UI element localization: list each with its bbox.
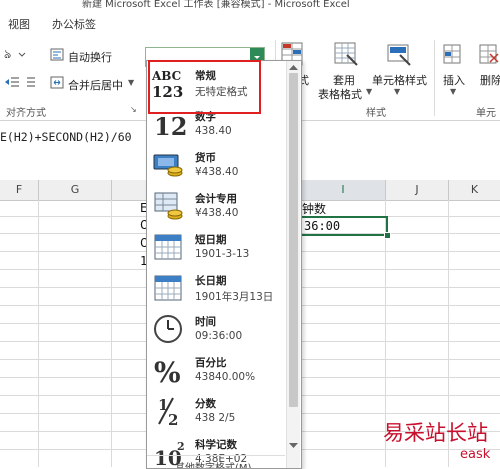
tab-office-label[interactable]: 办公标签: [52, 16, 96, 32]
format-name: 货币: [195, 152, 216, 164]
group-alignment: 对齐方式: [6, 108, 46, 119]
divider: [147, 455, 285, 456]
more-number-formats-link[interactable]: 其他数字格式(M)...: [175, 459, 261, 468]
clock-icon: [154, 315, 182, 343]
selected-cell-i2[interactable]: 36:00: [300, 216, 391, 239]
merge-center-button[interactable]: 合并后居中: [68, 77, 123, 93]
dialog-launcher-icon[interactable]: ↘: [130, 105, 137, 114]
format-name: 科学记数: [195, 439, 237, 451]
merge-center-icon: [50, 76, 64, 89]
format-name: 百分比: [195, 357, 227, 369]
svg-text:2: 2: [168, 411, 178, 427]
watermark-text: 易采站长站: [383, 421, 488, 445]
column-header-g[interactable]: G: [39, 180, 112, 200]
fraction-icon: 1 2: [158, 396, 178, 427]
format-item-fraction[interactable]: 1 2 分数 438 2/5: [147, 391, 285, 432]
table-format-icon[interactable]: [333, 41, 359, 69]
format-example: ¥438.40: [195, 207, 239, 219]
delete-button[interactable]: 删除: [480, 72, 500, 88]
chevron-down-icon[interactable]: ▼: [366, 87, 372, 96]
format-item-long-date[interactable]: 长日期 1901年3月13日: [147, 268, 285, 309]
calendar-short-icon: [154, 234, 182, 260]
watermark: 易采站长站 eask: [375, 415, 500, 467]
cell-styles-icon[interactable]: [386, 41, 412, 69]
insert-button[interactable]: 插入: [443, 72, 465, 88]
indent-icons[interactable]: [4, 76, 40, 88]
percent-icon: %: [154, 356, 181, 386]
column-header-j[interactable]: J: [386, 180, 449, 200]
format-example: ¥438.40: [195, 166, 239, 178]
format-item-percent[interactable]: % 百分比 43840.00%: [147, 350, 285, 391]
svg-text:12: 12: [154, 112, 187, 140]
insert-cells-icon[interactable]: [442, 42, 464, 68]
format-name: 会计专用: [195, 193, 237, 205]
group-cells: 单元: [476, 108, 496, 119]
cell-i2-value: 36:00: [304, 219, 341, 233]
format-name: 长日期: [195, 275, 227, 287]
svg-text:%: %: [154, 356, 181, 386]
svg-text:ঌ: ঌ: [4, 47, 11, 61]
number-format-dropdown: ABC 123 常规 无特定格式 12 数字 438.40 货币 ¥438.40…: [146, 60, 302, 469]
chevron-down-icon[interactable]: ▼: [128, 78, 134, 87]
fill-handle[interactable]: [384, 232, 391, 239]
format-name: 时间: [195, 316, 216, 328]
title-bar: 新建 Microsoft Excel 工作表 [兼容模式] - Microsof…: [0, 0, 500, 10]
format-item-currency[interactable]: 货币 ¥438.40: [147, 145, 285, 186]
formula-text[interactable]: E(H2)+SECOND(H2)/60: [0, 130, 132, 144]
chevron-down-icon[interactable]: ▼: [450, 87, 456, 96]
format-item-accounting[interactable]: 会计专用 ¥438.40: [147, 186, 285, 227]
format-example: 09:36:00: [195, 330, 243, 342]
format-example: 1901年3月13日: [195, 291, 274, 303]
svg-text:2: 2: [177, 440, 185, 453]
column-header-i[interactable]: I: [301, 180, 386, 200]
scrollbar-thumb[interactable]: [289, 73, 298, 407]
wrap-text-button[interactable]: 自动换行: [68, 49, 112, 65]
table-format-label-2[interactable]: 表格格式: [318, 86, 362, 102]
chevron-down-icon[interactable]: ▼: [394, 87, 400, 96]
format-item-short-date[interactable]: 短日期 1901-3-13: [147, 227, 285, 268]
scroll-down-icon[interactable]: [289, 443, 298, 449]
column-header-k[interactable]: K: [449, 180, 500, 200]
cell-i1[interactable]: 钟数: [302, 200, 326, 217]
cell-styles-label[interactable]: 单元格样式: [372, 72, 427, 88]
wrap-text-icon: [50, 48, 64, 61]
currency-icon: [153, 154, 183, 177]
window-title: 新建 Microsoft Excel 工作表 [兼容模式] - Microsof…: [82, 0, 350, 10]
tab-view[interactable]: 视图: [8, 16, 30, 32]
delete-cells-icon[interactable]: [478, 42, 500, 68]
watermark-sub: eask: [460, 447, 491, 462]
dropdown-scrollbar[interactable]: [286, 61, 300, 468]
calendar-long-icon: [154, 275, 182, 301]
format-example: 1901-3-13: [195, 248, 250, 260]
format-example: 43840.00%: [195, 371, 256, 383]
format-name: 短日期: [195, 234, 227, 246]
general-format-highlight: [148, 60, 261, 114]
group-styles: 样式: [366, 108, 386, 119]
format-name: 分数: [195, 398, 216, 410]
format-item-time[interactable]: 时间 09:36:00: [147, 309, 285, 350]
ribbon-tabs: 视图 办公标签: [0, 10, 500, 37]
orientation-icon[interactable]: ঌ: [4, 47, 26, 61]
scroll-up-icon[interactable]: [289, 64, 298, 70]
accounting-icon: [154, 192, 183, 220]
format-example: 438 2/5: [195, 412, 236, 424]
column-header-f[interactable]: F: [0, 180, 39, 200]
format-example: 438.40: [195, 125, 232, 137]
